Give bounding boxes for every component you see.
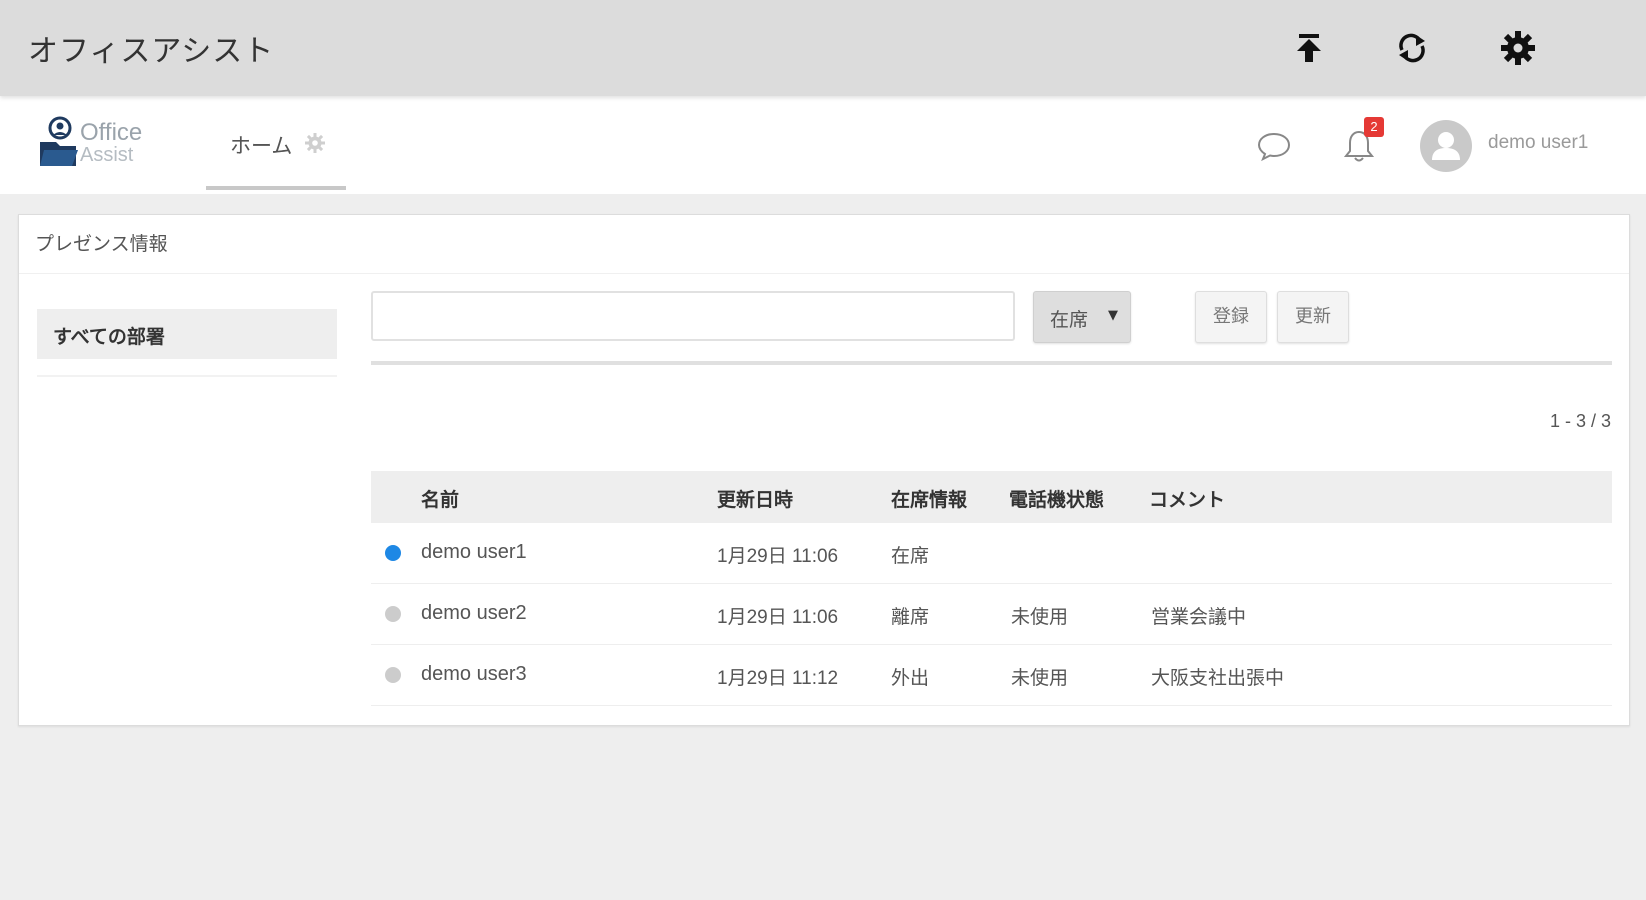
status-dot	[385, 606, 401, 622]
presence-select[interactable]: 在席 ▼	[1033, 291, 1131, 343]
row-updated: 1月29日 11:06	[717, 607, 839, 628]
toolbar-divider	[371, 361, 1612, 365]
col-comment: コメント	[1149, 489, 1226, 511]
chat-icon[interactable]	[1256, 130, 1292, 162]
sync-button[interactable]	[1388, 24, 1436, 72]
table-header: 名前 更新日時 在席情報 電話機状態 コメント	[371, 471, 1612, 523]
active-tab-indicator	[206, 186, 346, 190]
col-presence: 在席情報	[891, 489, 968, 511]
row-phone-status: 未使用	[1011, 606, 1069, 628]
col-updated: 更新日時	[717, 489, 794, 511]
avatar[interactable]	[1420, 120, 1472, 172]
nav-header: Office Assist ホーム	[0, 96, 1646, 194]
table-row[interactable]: demo user1 1月29日 11:06 在席	[371, 523, 1612, 584]
row-name: demo user2	[421, 602, 527, 624]
register-button[interactable]: 登録	[1195, 291, 1267, 343]
row-presence: 離席	[891, 606, 930, 628]
row-phone-status: 未使用	[1011, 667, 1069, 689]
pagination-info: 1 - 3 / 3	[1549, 411, 1611, 431]
username[interactable]: demo user1	[1488, 132, 1588, 154]
presence-table: 名前 更新日時 在席情報 電話機状態 コメント demo user1 1月29日…	[371, 471, 1612, 706]
status-dot	[385, 545, 401, 561]
search-input[interactable]	[371, 291, 1015, 341]
user-avatar-icon	[1432, 132, 1460, 160]
row-name: demo user3	[421, 663, 527, 685]
settings-icon	[1501, 31, 1535, 65]
tab-home-label: ホーム	[230, 134, 293, 158]
caret-down-icon: ▼	[1108, 308, 1118, 323]
refresh-button[interactable]: 更新	[1277, 291, 1349, 343]
department-label: すべての部署	[53, 326, 165, 348]
status-dot	[385, 667, 401, 683]
settings-button[interactable]	[1494, 24, 1542, 72]
presence-select-value: 在席	[1050, 309, 1089, 331]
app-bar: オフィスアシスト	[0, 0, 1646, 96]
upload-icon	[1297, 34, 1321, 62]
tab-home[interactable]: ホーム	[206, 96, 346, 194]
table-row[interactable]: demo user3 1月29日 11:12 外出 未使用 大阪支社出張中	[371, 645, 1612, 706]
app-title: オフィスアシスト	[28, 34, 275, 69]
logo-icon	[40, 116, 78, 166]
row-name: demo user1	[421, 541, 527, 563]
col-phone-status: 電話機状態	[1009, 489, 1105, 511]
presence-card: プレゼンス情報 すべての部署 在席 ▼ 登録 更新 1 - 3 / 3 名前 更…	[18, 214, 1630, 726]
office-assist-logo[interactable]: Office Assist	[38, 116, 158, 172]
notification-badge: 2	[1364, 117, 1384, 137]
sync-icon	[1399, 33, 1425, 63]
upload-button[interactable]	[1285, 24, 1333, 72]
department-list-divider	[37, 375, 337, 377]
row-updated: 1月29日 11:06	[717, 546, 839, 567]
row-comment: 大阪支社出張中	[1151, 667, 1285, 689]
logo-text: Office Assist	[80, 119, 143, 167]
tab-settings-icon[interactable]	[304, 132, 326, 154]
card-title: プレゼンス情報	[35, 233, 168, 255]
row-presence: 外出	[891, 667, 930, 689]
department-item-all[interactable]: すべての部署	[37, 309, 337, 359]
col-name: 名前	[421, 489, 460, 511]
row-comment: 営業会議中	[1151, 606, 1247, 628]
table-row[interactable]: demo user2 1月29日 11:06 離席 未使用 営業会議中	[371, 584, 1612, 645]
card-divider	[19, 273, 1629, 274]
row-presence: 在席	[891, 545, 930, 567]
row-updated: 1月29日 11:12	[717, 668, 839, 689]
